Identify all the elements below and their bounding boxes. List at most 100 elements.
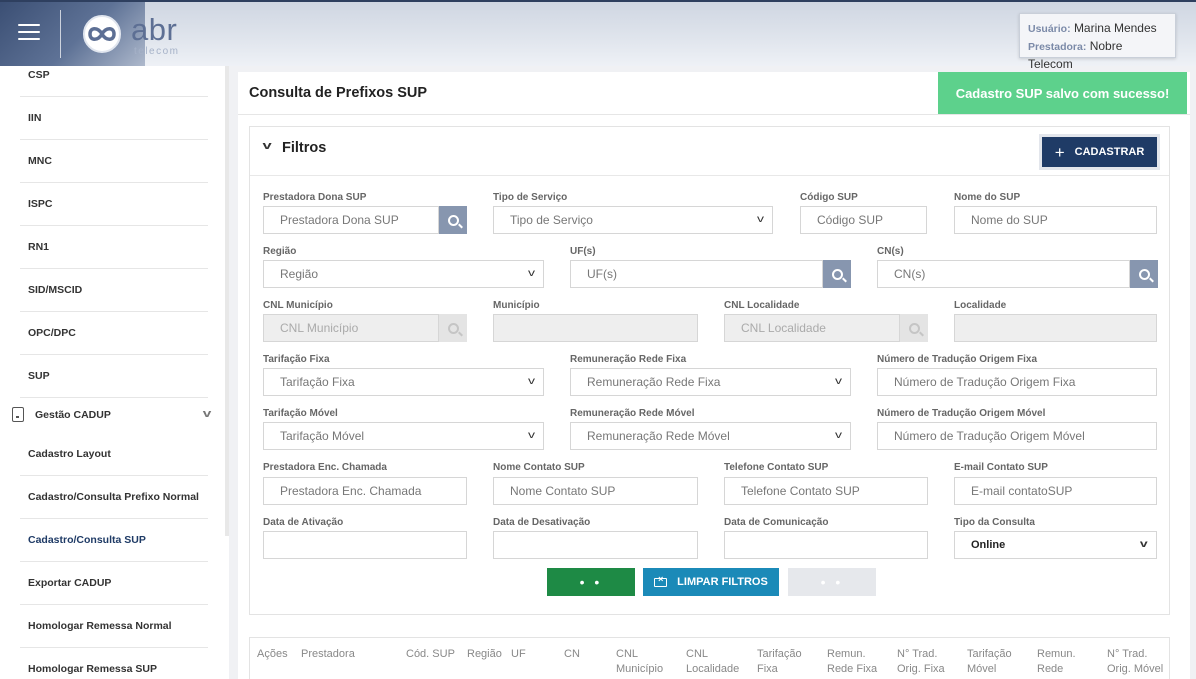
- chevron-down-icon: v: [757, 214, 764, 225]
- tarifacao-fixa-select[interactable]: Tarifação Fixa v: [263, 368, 544, 396]
- label-tarifacao-fixa: Tarifação Fixa: [263, 354, 330, 365]
- label-cnl-municipio: CNL Município: [263, 300, 333, 311]
- label-localidade: Localidade: [954, 300, 1007, 311]
- table-header-regiao: Região: [467, 648, 502, 660]
- export-button: • •: [788, 568, 876, 596]
- ufs-search-button[interactable]: [823, 260, 851, 288]
- user-label: Usuário:: [1028, 23, 1071, 35]
- num-trad-fixa-input[interactable]: Número de Tradução Origem Fixa: [877, 368, 1157, 396]
- nome-sup-input[interactable]: Nome do SUP: [954, 206, 1157, 234]
- cadastrar-button[interactable]: + CADASTRAR: [1042, 137, 1157, 167]
- chevron-down-icon: v: [528, 268, 535, 279]
- prestadora-dona-search-button[interactable]: [439, 206, 467, 234]
- sidebar-item-prefixo-normal[interactable]: Cadastro/Consulta Prefixo Normal: [20, 476, 208, 519]
- label-telefone-contato: Telefone Contato SUP: [724, 462, 829, 473]
- plus-icon: +: [1054, 142, 1065, 162]
- sidebar-scrollbar[interactable]: [225, 66, 229, 536]
- sidebar-item-homologar-normal[interactable]: Homologar Remessa Normal: [20, 605, 208, 648]
- sidebar-item-sup[interactable]: SUP: [20, 355, 208, 398]
- logo-subtext: telecom: [134, 46, 180, 57]
- label-ufs: UF(s): [570, 246, 596, 257]
- search-icon: [447, 322, 459, 334]
- sidebar-item-exportar-cadup[interactable]: Exportar CADUP: [20, 562, 208, 605]
- label-cnl-localidade: CNL Localidade: [724, 300, 800, 311]
- table-header-num-trad-fixa: N° Trad. Orig. Fixa: [897, 648, 945, 675]
- logo-text: abr: [131, 12, 178, 47]
- label-tipo-servico: Tipo de Serviço: [493, 192, 568, 203]
- chevron-down-icon: v: [528, 430, 535, 441]
- label-cns: CN(s): [877, 246, 904, 257]
- table-header-cnl-localidade: CNL Localidade: [686, 648, 740, 675]
- sidebar-group-gestao-cadup[interactable]: Gestão CADUP v: [0, 396, 229, 433]
- email-contato-input[interactable]: E-mail contatoSUP: [954, 477, 1157, 505]
- num-trad-movel-input[interactable]: Número de Tradução Origem Móvel: [877, 422, 1157, 450]
- user-info-box: Usuário: Marina Mendes Prestadora: Nobre…: [1019, 13, 1176, 71]
- remun-rede-fixa-select[interactable]: Remuneração Rede Fixa v: [570, 368, 851, 396]
- sidebar-item-csp[interactable]: CSP: [20, 66, 208, 97]
- label-num-trad-fixa: Número de Tradução Origem Fixa: [877, 354, 1038, 365]
- cns-input[interactable]: CN(s): [877, 260, 1130, 288]
- telefone-contato-input[interactable]: Telefone Contato SUP: [724, 477, 928, 505]
- title-divider: [238, 114, 1190, 115]
- document-icon: [12, 407, 24, 422]
- clear-filters-button[interactable]: LIMPAR FILTROS: [643, 568, 779, 596]
- label-num-trad-movel: Número de Tradução Origem Móvel: [877, 408, 1046, 419]
- table-header-tarifacao-movel: Tarifação Móvel: [967, 648, 1012, 675]
- main-content: Consulta de Prefixos SUP v Filtros + CAD…: [238, 72, 1190, 679]
- chevron-down-icon[interactable]: v: [262, 140, 271, 152]
- label-remun-rede-movel: Remuneração Rede Móvel: [570, 408, 695, 419]
- data-ativacao-input[interactable]: [263, 531, 467, 559]
- page-title: Consulta de Prefixos SUP: [249, 85, 428, 101]
- filters-header[interactable]: v Filtros: [250, 127, 1169, 176]
- eraser-icon: [654, 574, 668, 587]
- prestadora-dona-input[interactable]: Prestadora Dona SUP: [263, 206, 439, 234]
- cnl-municipio-search-button: [439, 314, 467, 342]
- localidade-input: [954, 314, 1157, 342]
- tipo-consulta-select[interactable]: Online v: [954, 531, 1157, 559]
- filters-title: Filtros: [282, 140, 327, 156]
- regiao-select[interactable]: Região v: [263, 260, 544, 288]
- sidebar: CSP IIN MNC ISPC RN1 SID/MSCID OPC/DPC S…: [0, 66, 229, 679]
- sidebar-item-iin[interactable]: IIN: [20, 97, 208, 140]
- sidebar-item-cadastro-layout[interactable]: Cadastro Layout: [20, 433, 208, 476]
- sidebar-item-opc-dpc[interactable]: OPC/DPC: [20, 312, 208, 355]
- cnl-localidade-search-button: [900, 314, 928, 342]
- provider-label: Prestadora:: [1028, 41, 1087, 53]
- codigo-sup-input[interactable]: Código SUP: [800, 206, 927, 234]
- table-header-tarifacao-fixa: Tarifação Fixa: [757, 648, 802, 675]
- table-header-cnl-municipio: CNL Município: [616, 648, 664, 675]
- label-data-comunicacao: Data de Comunicação: [724, 517, 829, 528]
- sidebar-item-mnc[interactable]: MNC: [20, 140, 208, 183]
- sidebar-item-consulta-sup[interactable]: Cadastro/Consulta SUP: [20, 519, 208, 562]
- cns-search-button[interactable]: [1130, 260, 1158, 288]
- label-email-contato: E-mail Contato SUP: [954, 462, 1048, 473]
- ufs-input[interactable]: UF(s): [570, 260, 823, 288]
- search-button[interactable]: • •: [547, 568, 635, 596]
- sidebar-item-ispc[interactable]: ISPC: [20, 183, 208, 226]
- menu-toggle-icon[interactable]: [18, 24, 40, 42]
- label-data-ativacao: Data de Ativação: [263, 517, 344, 528]
- sidebar-item-rn1[interactable]: RN1: [20, 226, 208, 269]
- nome-contato-input[interactable]: Nome Contato SUP: [493, 477, 698, 505]
- remun-rede-movel-select[interactable]: Remuneração Rede Móvel v: [570, 422, 851, 450]
- sidebar-item-sid-mscid[interactable]: SID/MSCID: [20, 269, 208, 312]
- municipio-input: [493, 314, 698, 342]
- search-icon: [1138, 268, 1150, 280]
- chevron-down-icon: v: [835, 430, 842, 441]
- data-desativacao-input[interactable]: [493, 531, 698, 559]
- label-prestadora-enc: Prestadora Enc. Chamada: [263, 462, 387, 473]
- chevron-down-icon: v: [1140, 539, 1149, 550]
- data-comunicacao-input[interactable]: [724, 531, 928, 559]
- table-header-uf: UF: [511, 648, 526, 660]
- table-header-prestadora: Prestadora: [301, 648, 355, 660]
- tarifacao-movel-select[interactable]: Tarifação Móvel v: [263, 422, 544, 450]
- filters-panel: v Filtros + CADASTRAR Prestadora Dona SU…: [249, 126, 1170, 615]
- sidebar-item-homologar-sup[interactable]: Homologar Remessa SUP: [20, 648, 208, 679]
- cnl-localidade-input: CNL Localidade: [724, 314, 900, 342]
- tipo-servico-select[interactable]: Tipo de Serviço v: [493, 206, 773, 234]
- table-header-num-trad-movel: N° Trad. Orig. Móvel: [1107, 648, 1164, 675]
- label-tipo-consulta: Tipo da Consulta: [954, 517, 1035, 528]
- abr-logo: abr telecom: [76, 12, 196, 58]
- prestadora-enc-input[interactable]: Prestadora Enc. Chamada: [263, 477, 467, 505]
- label-municipio: Município: [493, 300, 540, 311]
